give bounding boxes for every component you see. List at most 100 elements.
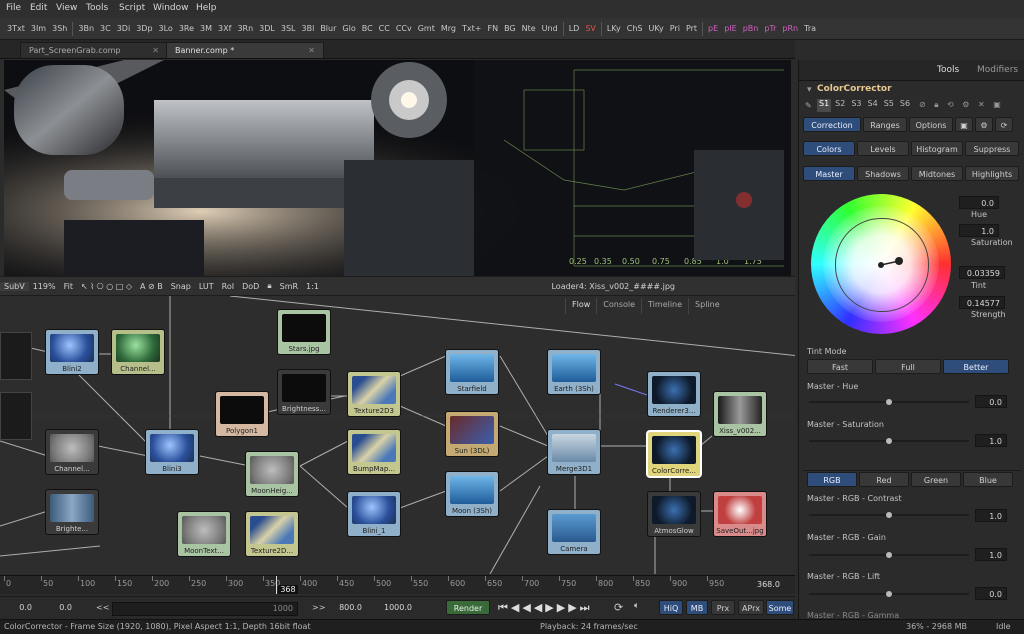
lock-icon[interactable]: 🔒︎ — [263, 281, 275, 291]
version-slot[interactable]: S6 — [898, 99, 912, 112]
flow-node[interactable]: Xiss_v002... — [714, 392, 766, 436]
flow-node[interactable]: Texture2D... — [246, 512, 298, 556]
tab-tools[interactable]: Tools — [937, 65, 959, 75]
tint-field[interactable]: 0.03359 — [959, 266, 1005, 279]
toolbar-button[interactable]: UKy — [645, 24, 666, 33]
smr-button[interactable]: SmR — [276, 282, 302, 291]
flow-node[interactable]: SaveOut...jpg — [714, 492, 766, 536]
toolbar-button[interactable]: SV — [582, 24, 599, 33]
reset-icon[interactable]: ⟳ — [995, 117, 1013, 132]
rgb-contrast-field[interactable]: 1.0 — [975, 509, 1007, 522]
range-right-button[interactable]: >> — [312, 603, 325, 612]
flow-node[interactable]: AtmosGlow — [648, 492, 700, 536]
flow-node[interactable]: Stars.jpg — [278, 310, 330, 354]
channel-rgb[interactable]: RGB — [807, 472, 857, 487]
range-midtones[interactable]: Midtones — [911, 166, 963, 181]
tab-spline[interactable]: Spline — [688, 298, 726, 314]
tab-timeline[interactable]: Timeline — [641, 298, 688, 314]
rgb-gain-knob[interactable] — [886, 552, 892, 558]
toolbar-button[interactable]: 3Lo — [156, 24, 176, 33]
toolbar-button[interactable]: Gmt — [415, 24, 438, 33]
strength-field[interactable]: 0.14577 — [959, 296, 1005, 309]
hue-field[interactable]: 0.0 — [959, 196, 999, 209]
close-icon[interactable]: ✕ — [152, 43, 159, 58]
node-offscreen[interactable] — [0, 392, 32, 440]
image-viewer[interactable]: 0.25 0.35 0.50 0.75 0.85 1.0 1.75 — [4, 60, 791, 276]
gear-icon[interactable]: ⚙ — [975, 117, 993, 132]
render-start[interactable]: 0.0 — [44, 601, 76, 614]
flow-node[interactable]: Renderer3... — [648, 372, 700, 416]
toolbar-button[interactable]: 3Bl — [299, 24, 318, 33]
toolbar-button[interactable]: pTr — [761, 24, 779, 33]
toolbar-button[interactable]: 3Txt — [4, 24, 28, 33]
menu-script[interactable]: Script — [119, 3, 145, 13]
mode-colors[interactable]: Colors — [803, 141, 855, 156]
snap-button[interactable]: Snap — [167, 282, 195, 291]
rgb-contrast-slider[interactable] — [809, 512, 969, 518]
version-slot[interactable]: S4 — [866, 99, 880, 112]
subview-button[interactable]: SubV — [0, 281, 29, 291]
lut-button[interactable]: LUT — [195, 282, 218, 291]
toolbar-button[interactable]: BC — [359, 24, 376, 33]
rgb-lift-knob[interactable] — [886, 591, 892, 597]
menu-tools[interactable]: Tools — [86, 3, 108, 13]
toolbar-button[interactable]: Glo — [339, 24, 358, 33]
mode-levels[interactable]: Levels — [857, 141, 909, 156]
pin-icon[interactable]: ✎ — [805, 101, 812, 110]
flow-node[interactable]: Blini3 — [146, 430, 198, 474]
rgb-lift-slider[interactable] — [809, 591, 969, 597]
toolbar-button[interactable]: 3Bn — [75, 24, 97, 33]
tab-console[interactable]: Console — [596, 298, 641, 314]
playback-buttons-icon[interactable]: ⏮◀◀◀▶▶▶⏭ — [498, 601, 593, 615]
toolbar-button[interactable]: 3DL — [256, 24, 278, 33]
global-start[interactable]: 0.0 — [6, 601, 36, 614]
flow-node[interactable]: MoonHeig... — [246, 452, 298, 496]
tab-correction[interactable]: Correction — [803, 117, 861, 132]
collapse-icon[interactable]: ▾ — [807, 85, 812, 95]
toolbar-button[interactable]: 3Dp — [133, 24, 155, 33]
channel-red[interactable]: Red — [859, 472, 909, 487]
toolbar-button[interactable]: Und — [539, 24, 561, 33]
fit-button[interactable]: Fit — [60, 282, 77, 291]
toolbar-button[interactable]: 3Xf — [215, 24, 234, 33]
toolbar-button[interactable]: ChS — [624, 24, 646, 33]
toolbar-button[interactable]: BG — [501, 24, 519, 33]
toolbar-button[interactable]: Txt+ — [459, 24, 484, 33]
flow-node[interactable]: Texture2D3 — [348, 372, 400, 416]
mode-histogram[interactable]: Histogram — [911, 141, 963, 156]
range-slider[interactable]: 1000 — [112, 602, 298, 616]
zoom-level[interactable]: 119% — [29, 282, 60, 291]
master-hue-slider[interactable] — [809, 399, 969, 405]
proxy-button[interactable]: Prx — [711, 600, 735, 615]
master-sat-field[interactable]: 1.0 — [975, 434, 1007, 447]
flow-node[interactable]: Starfield — [446, 350, 498, 394]
flow-node[interactable]: Channel... — [112, 330, 164, 374]
loop-icon[interactable]: ⟳ — [614, 601, 623, 614]
roi-button[interactable]: RoI — [218, 282, 238, 291]
master-hue-knob[interactable] — [886, 399, 892, 405]
motion-blur-button[interactable]: MB — [686, 600, 708, 615]
flow-node[interactable]: Brightness... — [278, 370, 330, 414]
flow-node[interactable]: Blini_1 — [348, 492, 400, 536]
toolbar-button[interactable]: LD — [566, 24, 583, 33]
menu-edit[interactable]: Edit — [30, 3, 47, 13]
toolbar-button[interactable]: 3Di — [114, 24, 133, 33]
version-slot[interactable]: S2 — [833, 99, 847, 112]
channel-icons[interactable]: A ⊘ B — [136, 282, 167, 291]
channel-blue[interactable]: Blue — [963, 472, 1013, 487]
toolbar-button[interactable]: pE — [705, 24, 721, 33]
hiq-button[interactable]: HiQ — [659, 600, 683, 615]
range-master[interactable]: Master — [803, 166, 855, 181]
range-shadows[interactable]: Shadows — [857, 166, 909, 181]
flow-node[interactable]: Moon (3Sh) — [446, 472, 498, 516]
time-ruler[interactable]: 0 50 100 150 200 250 300 350 400 450 500 550 600 650 7… — [0, 575, 795, 594]
mode-suppress[interactable]: Suppress — [965, 141, 1019, 156]
saturation-field[interactable]: 1.0 — [959, 224, 999, 237]
flow-node[interactable]: Polygon1 — [216, 392, 268, 436]
render-end[interactable]: 800.0 — [330, 601, 366, 614]
channel-green[interactable]: Green — [911, 472, 961, 487]
flow-node[interactable]: Sun (3DL) — [446, 412, 498, 456]
toolbar-button[interactable]: pIE — [721, 24, 740, 33]
tint-mode-full[interactable]: Full — [875, 359, 941, 374]
toolbar-button[interactable]: FN — [484, 24, 501, 33]
